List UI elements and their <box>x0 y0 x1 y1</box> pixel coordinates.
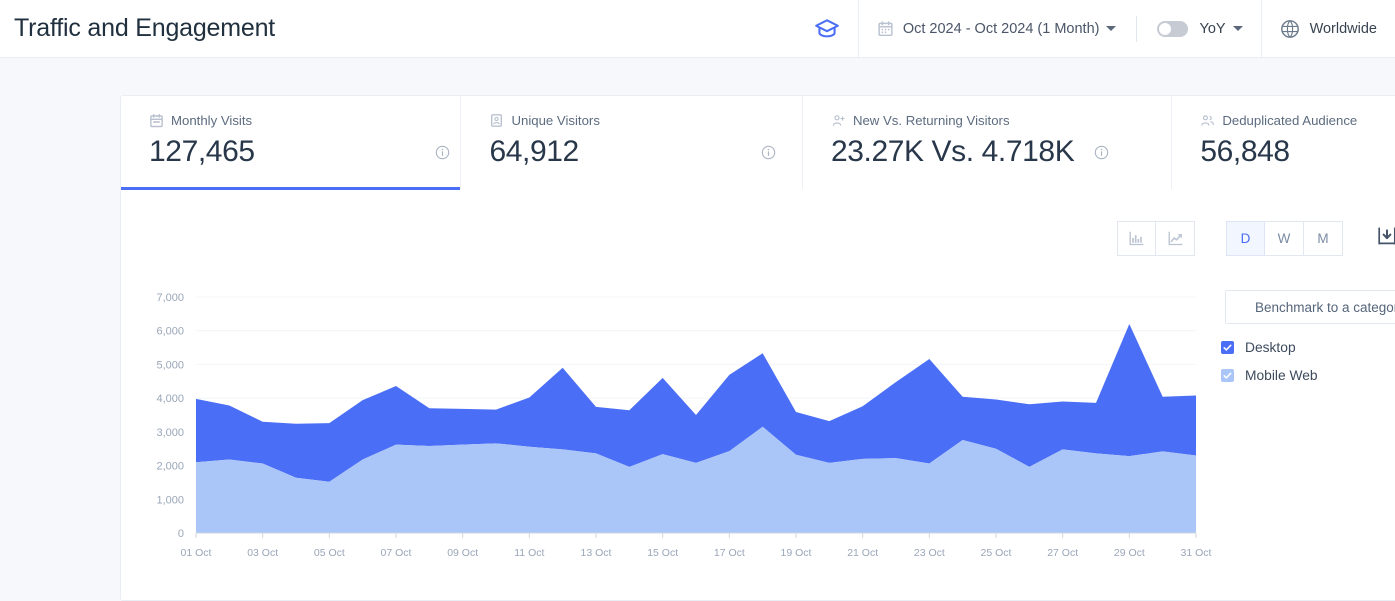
metric-value-row: 56,848 <box>1200 135 1395 169</box>
traffic-chart: 0 1,000 2,000 3,000 4,000 5,000 6,000 7,000 01 O… <box>121 189 1395 601</box>
app-header: Traffic and Engagement Oct 2024 - Oct 20… <box>0 0 1395 58</box>
date-range-label: Oct 2024 - Oct 2024 (1 Month) <box>902 20 1100 37</box>
users-icon <box>1200 113 1215 128</box>
y-axis-tick-label: 5,000 <box>156 359 184 371</box>
info-icon[interactable] <box>435 145 450 160</box>
info-icon[interactable] <box>761 145 776 160</box>
x-axis-tick-label: 19 Oct <box>781 547 812 559</box>
metric-label: Monthly Visits <box>171 112 253 128</box>
metric-value: 23.27K Vs. 4.718K <box>830 135 1075 168</box>
metric-value: 56,848 <box>1200 135 1290 168</box>
metric-tabs: Monthly Visits 127,465 Unique Visitors 6… <box>121 96 1395 190</box>
x-axis-tick-label: 27 Oct <box>1047 547 1078 559</box>
y-axis-tick-label: 2,000 <box>156 461 184 473</box>
x-axis-tick-label: 23 Oct <box>914 547 945 559</box>
area-series-desktop <box>196 323 1196 482</box>
y-axis-tick-label: 7,000 <box>156 292 184 304</box>
x-axis-tick-label: 09 Oct <box>447 547 478 559</box>
metric-label: Unique Visitors <box>511 112 600 128</box>
calendar-icon <box>877 20 894 37</box>
x-axis-tick-label: 07 Oct <box>381 547 412 559</box>
x-axis-tick-label: 21 Oct <box>847 547 878 559</box>
graduation-cap-icon <box>814 16 840 42</box>
traffic-panel: Monthly Visits 127,465 Unique Visitors 6… <box>120 95 1395 601</box>
id-card-icon <box>489 113 504 128</box>
header-divider <box>1136 15 1138 42</box>
y-axis-tick-label: 4,000 <box>156 393 184 405</box>
yoy-toggle[interactable] <box>1157 20 1189 37</box>
region-selector[interactable]: Worldwide <box>1260 0 1395 58</box>
yoy-chevron-down-icon[interactable] <box>1232 26 1243 31</box>
x-axis-tick-label: 05 Oct <box>314 547 345 559</box>
yoy-control[interactable]: YoY <box>1139 0 1260 58</box>
page-title: Traffic and Engagement <box>14 14 276 42</box>
metric-value: 64,912 <box>489 135 579 168</box>
chevron-down-icon <box>1106 26 1117 31</box>
metric-header: Unique Visitors <box>489 111 801 129</box>
metric-label: New Vs. Returning Visitors <box>852 112 1010 128</box>
x-axis-tick-label: 31 Oct <box>1181 547 1212 559</box>
x-axis-tick-label: 17 Oct <box>714 547 745 559</box>
metric-header: Deduplicated Audience <box>1200 111 1395 129</box>
metric-value: 127,465 <box>149 135 255 168</box>
x-axis-tick-label: 01 Oct <box>181 547 212 559</box>
metric-header: Monthly Visits <box>149 111 460 129</box>
calendar-icon <box>149 113 164 128</box>
metric-tab-deduplicated-audience[interactable]: Deduplicated Audience 56,848 <box>1172 96 1395 189</box>
user-plus-icon <box>831 113 846 128</box>
metric-value-row: 127,465 <box>149 135 460 169</box>
metric-label: Deduplicated Audience <box>1222 112 1358 128</box>
x-axis-tick-label: 03 Oct <box>247 547 278 559</box>
y-axis-tick-label: 6,000 <box>156 326 184 338</box>
stacked-area-chart[interactable]: 0 1,000 2,000 3,000 4,000 5,000 6,000 7,000 01 O… <box>121 189 1395 601</box>
academy-button[interactable] <box>796 0 858 58</box>
date-range-picker[interactable]: Oct 2024 - Oct 2024 (1 Month) <box>857 0 1135 58</box>
globe-icon <box>1280 19 1300 39</box>
x-axis-tick-label: 29 Oct <box>1114 547 1145 559</box>
y-axis-tick-label: 1,000 <box>156 494 184 506</box>
metric-header: New Vs. Returning Visitors <box>831 111 1171 129</box>
metric-tab-monthly-visits[interactable]: Monthly Visits 127,465 <box>121 96 462 190</box>
region-label: Worldwide <box>1309 20 1377 37</box>
info-icon[interactable] <box>1094 145 1109 160</box>
y-axis-tick-label: 3,000 <box>156 427 184 439</box>
metric-value-row: 64,912 <box>489 135 801 169</box>
yoy-label: YoY <box>1199 20 1226 37</box>
x-axis-tick-label: 15 Oct <box>647 547 678 559</box>
header-controls: Oct 2024 - Oct 2024 (1 Month) YoY Worldw… <box>796 0 1395 58</box>
x-axis-tick-label: 25 Oct <box>981 547 1012 559</box>
metric-tab-unique-visitors[interactable]: Unique Visitors 64,912 <box>461 96 803 189</box>
x-axis-tick-label: 11 Oct <box>514 547 544 559</box>
metric-value-row: 23.27K Vs. 4.718K <box>831 135 1171 169</box>
x-axis-tick-label: 13 Oct <box>581 547 612 559</box>
metric-tab-new-vs-returning[interactable]: New Vs. Returning Visitors 23.27K Vs. 4.… <box>803 96 1173 189</box>
y-axis-tick-label: 0 <box>178 528 184 540</box>
